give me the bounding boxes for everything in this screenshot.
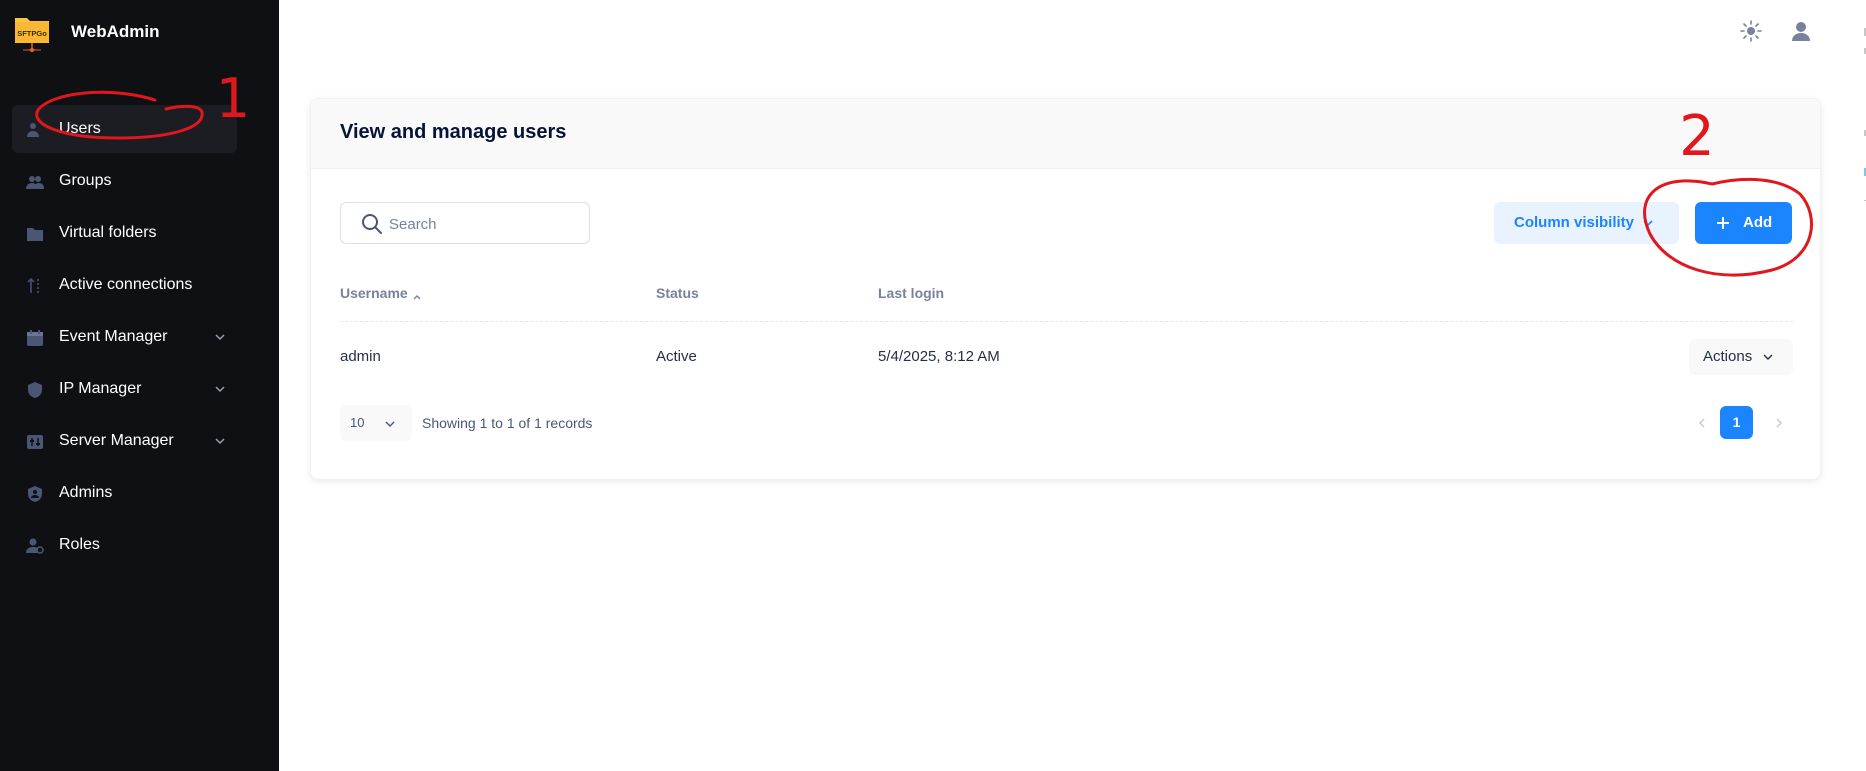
- sidebar-item-roles[interactable]: Roles: [12, 521, 237, 569]
- cell-status: Active: [656, 348, 697, 365]
- header-divider: [340, 321, 1793, 322]
- sidebar-item-label: Admins: [59, 484, 113, 501]
- sidebar-item-label: Roles: [59, 536, 100, 553]
- sidebar-item-virtual-folders[interactable]: Virtual folders: [12, 209, 237, 257]
- logo-text: SFTPGo: [17, 29, 47, 38]
- sidebar: SFTPGo WebAdmin Users Groups Virtual fol…: [0, 0, 279, 771]
- server-icon: [26, 433, 44, 451]
- column-header-status[interactable]: Status: [656, 285, 699, 301]
- column-visibility-label: Column visibility: [1514, 214, 1635, 231]
- search-input[interactable]: [389, 213, 579, 235]
- column-header-label: Username: [340, 285, 408, 301]
- user-icon: [26, 121, 44, 139]
- column-visibility-button[interactable]: Column visibility: [1494, 202, 1679, 244]
- folder-icon: [26, 225, 44, 243]
- sun-icon: [1740, 20, 1762, 42]
- sidebar-item-groups[interactable]: Groups: [12, 157, 237, 205]
- sidebar-item-label: Event Manager: [59, 328, 168, 345]
- row-actions-button[interactable]: Actions: [1689, 339, 1793, 375]
- users-card: View and manage users Column visibility …: [310, 98, 1821, 480]
- role-icon: [26, 537, 44, 555]
- add-button-label: Add: [1743, 214, 1773, 231]
- sidebar-nav: Users Groups Virtual folders Active conn…: [12, 105, 237, 573]
- chevron-down-icon: [213, 382, 227, 396]
- add-user-button[interactable]: Add: [1695, 202, 1792, 244]
- sidebar-item-server-manager[interactable]: Server Manager: [12, 417, 237, 465]
- brand-name: WebAdmin: [71, 22, 160, 41]
- chevron-left-icon: [1698, 418, 1705, 428]
- admin-shield-icon: [26, 485, 44, 503]
- cell-username: admin: [340, 348, 381, 365]
- plus-icon: [1715, 215, 1731, 231]
- sidebar-item-ip-manager[interactable]: IP Manager: [12, 365, 237, 413]
- page-size-value: 10: [350, 415, 365, 430]
- user-avatar-icon: [1792, 22, 1810, 41]
- sidebar-item-label: Users: [59, 120, 101, 137]
- sidebar-item-label: Server Manager: [59, 432, 174, 449]
- previous-page-button[interactable]: [1692, 412, 1712, 434]
- search-box[interactable]: [340, 202, 590, 244]
- sort-ascending-icon: [412, 289, 422, 300]
- chevron-down-icon: [213, 434, 227, 448]
- page-title: View and manage users: [340, 121, 567, 143]
- cell-last-login: 5/4/2025, 8:12 AM: [878, 348, 1000, 365]
- sidebar-item-label: IP Manager: [59, 380, 142, 397]
- sidebar-item-label: Groups: [59, 172, 112, 189]
- page-size-select[interactable]: 10: [340, 405, 412, 441]
- brand[interactable]: SFTPGo WebAdmin: [14, 13, 159, 52]
- sidebar-item-admins[interactable]: Admins: [12, 469, 237, 517]
- next-page-button[interactable]: [1769, 412, 1789, 434]
- shield-icon: [26, 381, 44, 399]
- card-header: View and manage users: [311, 99, 1820, 169]
- chevron-right-icon: [1776, 418, 1783, 428]
- column-header-last-login[interactable]: Last login: [878, 285, 944, 301]
- page-1-button[interactable]: 1: [1720, 406, 1753, 439]
- calendar-icon: [26, 329, 44, 347]
- sidebar-item-active-connections[interactable]: Active connections: [12, 261, 237, 309]
- connections-icon: [26, 277, 44, 295]
- window-edge: [1856, 0, 1866, 771]
- sidebar-item-event-manager[interactable]: Event Manager: [12, 313, 237, 361]
- sidebar-item-users[interactable]: Users: [12, 105, 237, 153]
- theme-toggle-button[interactable]: [1738, 18, 1764, 44]
- chevron-down-icon: [1762, 351, 1774, 363]
- search-icon: [361, 213, 383, 235]
- actions-label: Actions: [1703, 348, 1753, 365]
- user-menu-button[interactable]: [1788, 18, 1814, 44]
- column-header-label: Last login: [878, 285, 945, 301]
- group-icon: [26, 173, 44, 191]
- records-summary: Showing 1 to 1 of 1 records: [422, 415, 593, 431]
- column-header-username[interactable]: Username: [340, 285, 422, 301]
- sftpgo-logo: SFTPGo: [14, 13, 50, 52]
- sidebar-item-label: Active connections: [59, 276, 193, 293]
- column-header-label: Status: [656, 285, 699, 301]
- chevron-down-icon: [1641, 216, 1655, 230]
- sidebar-item-label: Virtual folders: [59, 224, 157, 241]
- chevron-down-icon: [213, 330, 227, 344]
- chevron-down-icon: [384, 417, 396, 429]
